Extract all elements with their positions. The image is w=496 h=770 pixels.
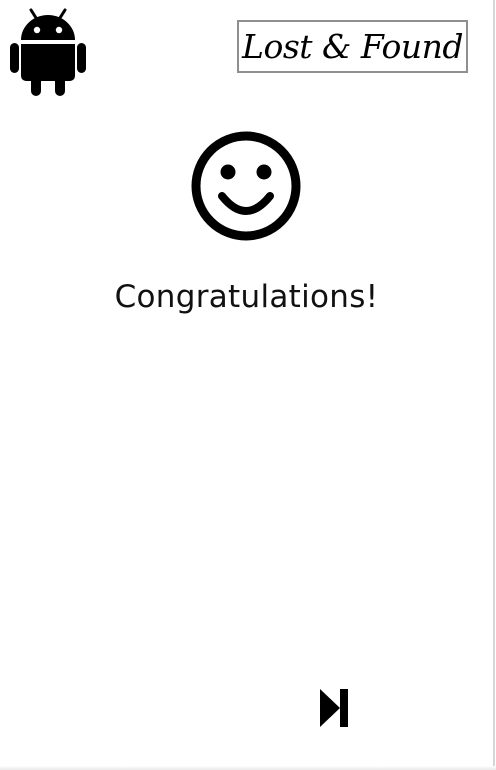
skip-next-icon bbox=[316, 685, 352, 731]
app-screen: Lost & Found Congratulations! bbox=[0, 0, 495, 766]
app-logo: Lost & Found bbox=[237, 20, 468, 73]
smiley-face-icon bbox=[190, 130, 302, 242]
bottom-edge bbox=[0, 766, 496, 770]
skip-next-button[interactable] bbox=[316, 685, 352, 731]
app-logo-text: Lost & Found bbox=[242, 27, 463, 66]
android-icon bbox=[9, 6, 87, 96]
congratulations-message: Congratulations! bbox=[114, 279, 379, 315]
